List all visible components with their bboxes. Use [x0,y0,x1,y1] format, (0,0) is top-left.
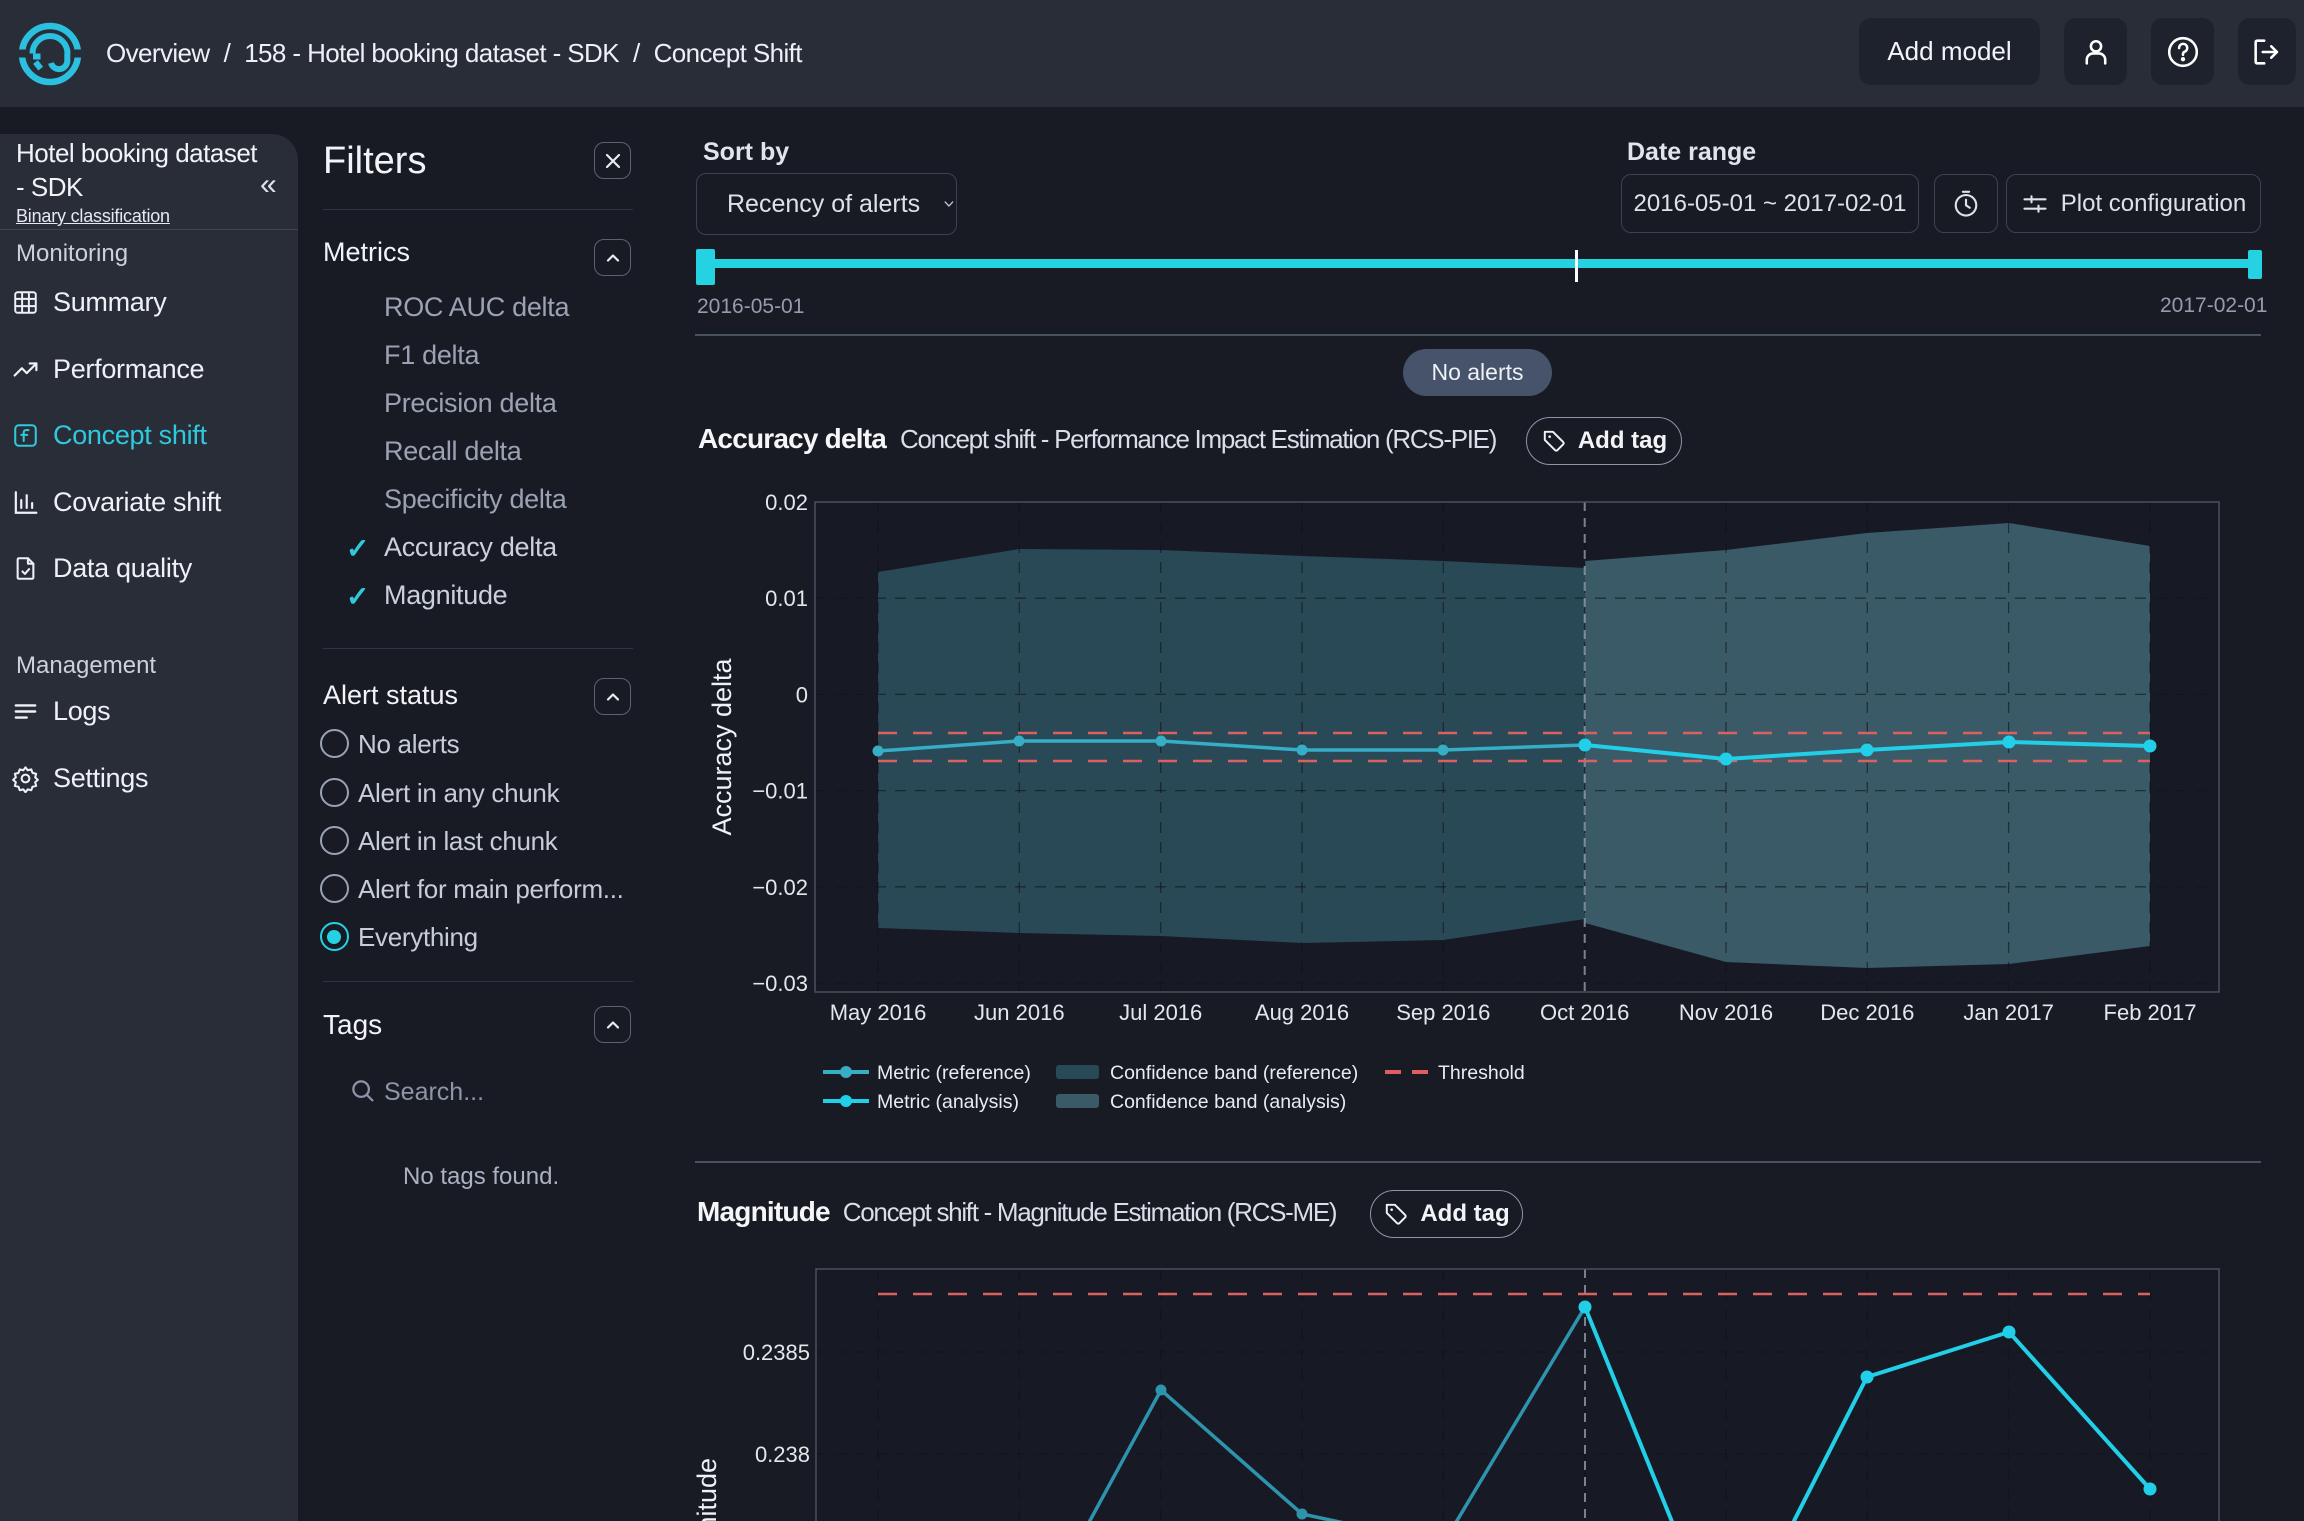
svg-text:0.02: 0.02 [765,490,808,515]
svg-text:Nov 2016: Nov 2016 [1679,1000,1773,1025]
svg-text:Dec 2016: Dec 2016 [1820,1000,1914,1025]
svg-text:Metric (reference): Metric (reference) [877,1062,1031,1084]
svg-text:Jul 2016: Jul 2016 [1119,1000,1202,1025]
svg-text:Sep 2016: Sep 2016 [1396,1000,1490,1025]
svg-text:Accuracy delta: Accuracy delta [707,657,737,835]
svg-text:Jun 2016: Jun 2016 [974,1000,1065,1025]
svg-text:−0.02: −0.02 [752,875,808,900]
svg-text:0.01: 0.01 [765,586,808,611]
svg-text:0.2385: 0.2385 [743,1340,810,1365]
svg-text:Threshold: Threshold [1438,1062,1525,1084]
svg-text:−0.03: −0.03 [752,971,808,996]
svg-text:Confidence band (analysis): Confidence band (analysis) [1110,1091,1346,1113]
svg-text:Confidence band (reference): Confidence band (reference) [1110,1062,1358,1084]
svg-text:0.238: 0.238 [755,1442,810,1467]
svg-text:Metric (analysis): Metric (analysis) [877,1091,1019,1113]
svg-text:Oct 2016: Oct 2016 [1540,1000,1629,1025]
svg-text:Aug 2016: Aug 2016 [1255,1000,1349,1025]
svg-text:Feb 2017: Feb 2017 [2104,1000,2197,1025]
svg-text:May 2016: May 2016 [830,1000,927,1025]
svg-text:Magnitude: Magnitude [692,1458,722,1521]
svg-text:−0.01: −0.01 [752,779,808,804]
svg-text:Jan 2017: Jan 2017 [1963,1000,2054,1025]
svg-text:0: 0 [796,682,808,707]
